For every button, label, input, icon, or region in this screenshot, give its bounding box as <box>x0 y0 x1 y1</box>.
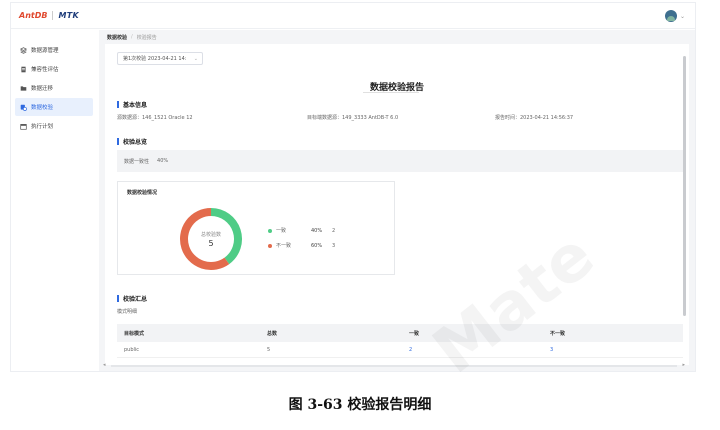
section-marker <box>117 295 119 302</box>
breadcrumb-separator: / <box>131 34 133 40</box>
legend-item-inconsistent[interactable]: 不一致 60% 3 <box>268 242 335 249</box>
consistency-label: 数据一致性 <box>124 158 150 165</box>
section-basic-info: 基本信息 <box>117 100 147 109</box>
legend-dot <box>268 228 272 233</box>
section-title: 基本信息 <box>123 102 148 109</box>
horizontal-scrollbar[interactable]: ◂ ▸ <box>103 362 685 369</box>
sidebar-item-label: 数据校验 <box>31 105 54 111</box>
logo: AntDB MTK <box>19 11 79 20</box>
breadcrumb-current: 校验报告 <box>136 34 157 41</box>
sidebar-item-label: 数据迁移 <box>31 86 54 92</box>
database-check-icon <box>20 104 27 111</box>
validation-run-select[interactable]: 第1次校验 2023-04-21 14: ⌄ <box>117 52 203 65</box>
sidebar-item-label: 兼容性评估 <box>31 67 59 73</box>
sidebar-item-migration[interactable]: 数据迁移 <box>15 79 93 97</box>
table-cell: 5 <box>267 346 271 353</box>
vertical-scrollbar[interactable] <box>683 56 686 316</box>
report-time: 报告时间：2023-04-21 14:56:37 <box>495 115 574 121</box>
legend-count: 3 <box>332 242 336 249</box>
consistency-summary: 数据一致性 40% <box>117 150 683 172</box>
validation-chart-card: 数据校验情况 总校验数 5 一致 40% 2 不一致 60% 3 <box>117 181 395 275</box>
legend-label: 不一致 <box>276 243 292 249</box>
sidebar-item-label: 数据源管理 <box>31 48 59 54</box>
legend-percent: 40% <box>311 227 323 234</box>
breadcrumb: 数据校验 / 校验报告 <box>99 30 695 44</box>
chart-title: 数据校验情况 <box>127 190 158 196</box>
logo-divider <box>52 11 54 20</box>
folder-icon <box>20 85 27 92</box>
column-header: 目标模式 <box>124 330 145 337</box>
document-icon <box>20 66 27 73</box>
summary-table: 目标模式 总数 一致 不一致 public 5 2 3 <box>117 324 683 358</box>
sidebar: 数据源管理 兼容性评估 数据迁移 数据校验 执行计划 <box>11 30 97 371</box>
column-header: 总数 <box>267 330 278 337</box>
sidebar-item-datasource[interactable]: 数据源管理 <box>15 41 93 59</box>
user-menu[interactable]: ⌄ <box>664 10 685 22</box>
target-datasource: 目标端数据源：149_3333 AntDB-T 6.0 <box>307 115 399 121</box>
breadcrumb-parent[interactable]: 数据校验 <box>107 34 127 41</box>
avatar[interactable] <box>664 10 677 22</box>
donut-center-label: 总校验数 <box>201 231 221 238</box>
section-title: 校验汇总 <box>123 296 148 303</box>
title-divider <box>363 92 419 93</box>
section-overview: 校验总览 <box>117 137 147 146</box>
column-header: 不一致 <box>550 330 566 337</box>
donut-chart: 总校验数 5 <box>180 208 242 270</box>
logo-product: MTK <box>58 11 79 20</box>
sidebar-item-validation[interactable]: 数据校验 <box>15 98 93 116</box>
scroll-left-icon[interactable]: ◂ <box>103 362 106 368</box>
main-content: 数据校验 / 校验报告 第1次校验 2023-04-21 14: ⌄ 数据校验报… <box>99 30 695 371</box>
legend-count: 2 <box>332 227 336 234</box>
mode-detail-label: 模式明细 <box>117 309 138 315</box>
section-marker <box>117 138 119 145</box>
table-row[interactable]: public 5 2 3 <box>117 342 683 358</box>
chevron-down-icon[interactable]: ⌄ <box>680 13 685 20</box>
layers-icon <box>20 46 27 54</box>
source-datasource: 源数据源：146_1521 Oracle 12 <box>117 115 193 121</box>
legend-percent: 60% <box>311 242 323 249</box>
section-title: 校验总览 <box>123 139 148 146</box>
table-cell: public <box>124 346 140 353</box>
app-window: AntDB MTK ⌄ 数据源管理 兼容性评估 数据迁移 数据校验 执行计划 数… <box>10 2 696 372</box>
calendar-icon <box>20 123 27 130</box>
consistency-value: 40% <box>157 158 169 164</box>
select-value: 第1次校验 2023-04-21 14: <box>123 56 187 62</box>
donut-slice-inconsistent[interactable] <box>180 208 230 270</box>
sidebar-item-plan[interactable]: 执行计划 <box>15 117 93 135</box>
logo-brand: AntDB <box>19 11 48 20</box>
donut-center-value: 5 <box>208 239 213 248</box>
scroll-right-icon[interactable]: ▸ <box>682 362 685 368</box>
section-marker <box>117 101 119 108</box>
chevron-down-icon: ⌄ <box>193 55 198 62</box>
figure-caption: 图 3-63 校验报告明细 <box>288 397 432 413</box>
table-cell-link[interactable]: 3 <box>550 342 553 357</box>
column-header: 一致 <box>409 330 420 337</box>
scroll-track[interactable] <box>111 365 677 367</box>
legend-label: 一致 <box>276 228 287 234</box>
legend-dot <box>268 243 272 248</box>
legend-item-consistent[interactable]: 一致 40% 2 <box>268 227 335 234</box>
section-summary: 校验汇总 <box>117 294 147 303</box>
table-header: 目标模式 总数 一致 不一致 <box>117 324 683 342</box>
sidebar-item-compatibility[interactable]: 兼容性评估 <box>15 60 93 78</box>
table-cell-link[interactable]: 2 <box>409 342 412 357</box>
sidebar-item-label: 执行计划 <box>31 124 54 130</box>
report-panel: 第1次校验 2023-04-21 14: ⌄ 数据校验报告 基本信息 源数据源：… <box>105 44 689 365</box>
top-bar: AntDB MTK ⌄ <box>11 3 695 29</box>
